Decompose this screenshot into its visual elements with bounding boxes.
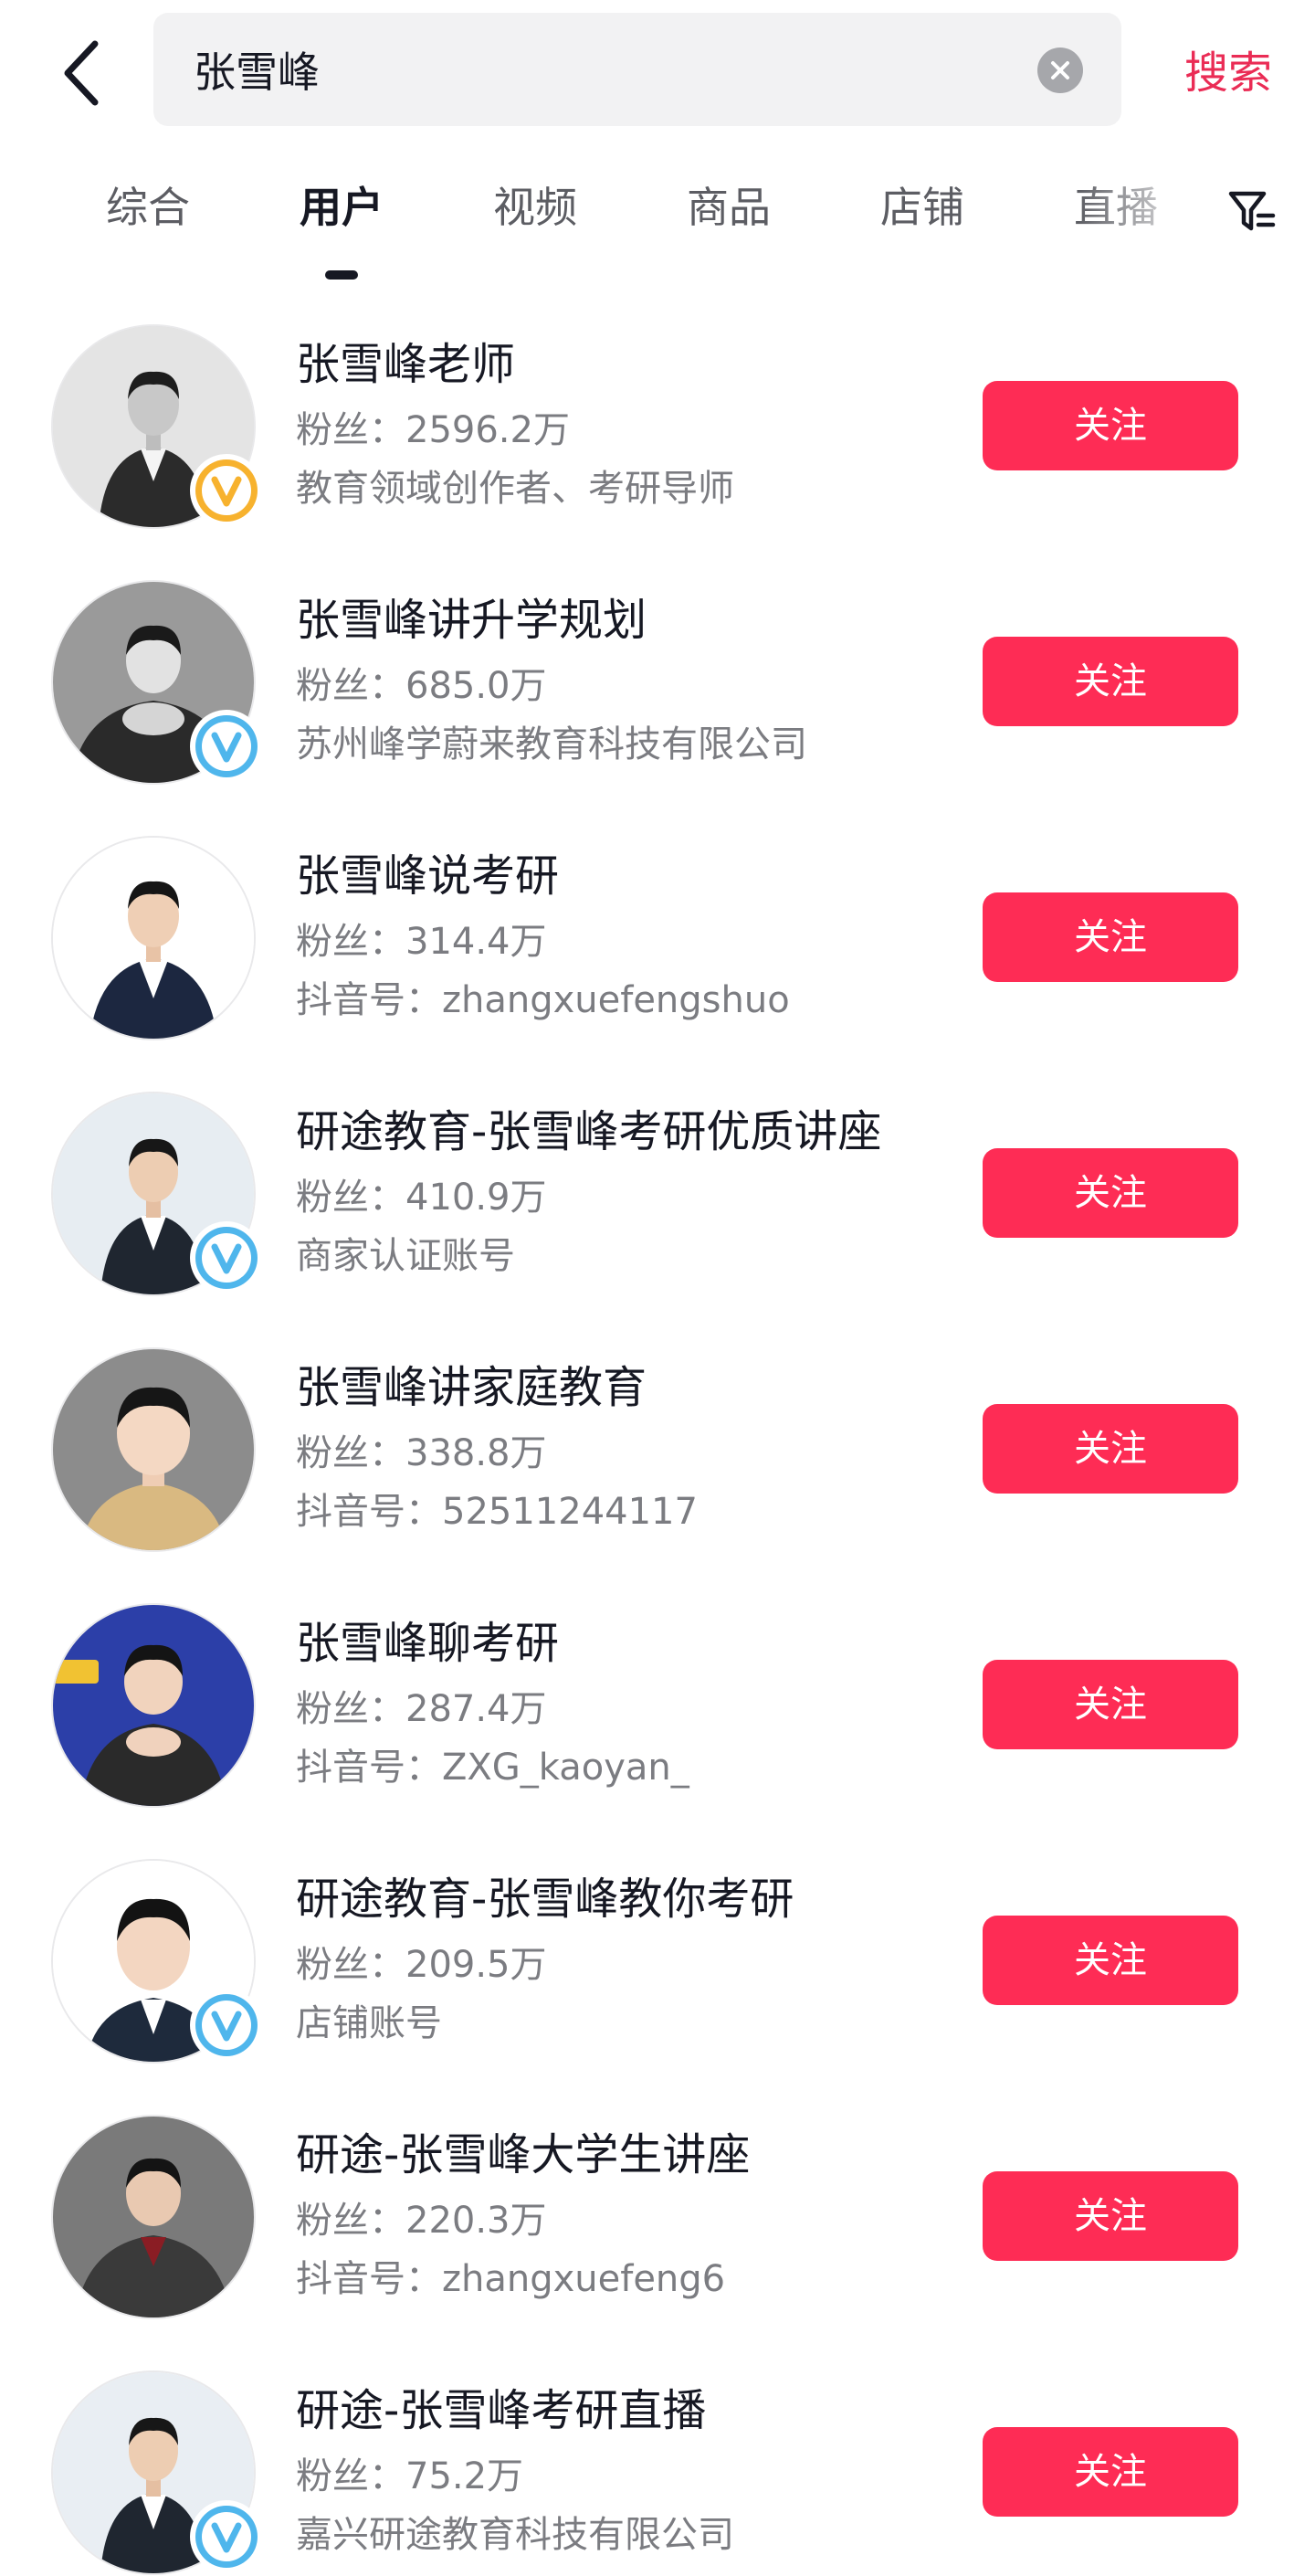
verified-badge — [190, 454, 263, 527]
user-fan-count: 粉丝：209.5万 — [296, 1944, 547, 1986]
user-description: 抖音号：zhangxuefeng6 — [296, 2258, 726, 2300]
user-avatar[interactable] — [51, 836, 256, 1040]
user-result-row[interactable]: 研途教育-张雪峰教你考研 粉丝：209.5万 店铺账号 关注 — [0, 1850, 1315, 2106]
tab-comprehensive[interactable]: 综合 — [75, 175, 221, 239]
follow-button[interactable]: 关注 — [983, 1148, 1238, 1238]
tab-products[interactable]: 商品 — [656, 175, 802, 239]
user-name[interactable]: 研途-张雪峰大学生讲座 — [296, 2126, 972, 2184]
user-result-row[interactable]: 张雪峰讲家庭教育 粉丝：338.8万 抖音号：52511244117 关注 — [0, 1338, 1315, 1594]
verified-badge — [190, 1221, 263, 1294]
blue-v-badge-icon — [195, 1994, 258, 2056]
blue-v-badge-icon — [195, 1227, 258, 1289]
user-result-row[interactable]: 研途-张雪峰考研直播 粉丝：75.2万 嘉兴研途教育科技有限公司 关注 — [0, 2361, 1315, 2576]
user-description: 商家认证账号 — [296, 1235, 515, 1277]
user-description: 抖音号：ZXG_kaoyan_ — [296, 1747, 689, 1789]
back-button[interactable] — [37, 27, 128, 119]
follow-button[interactable]: 关注 — [983, 1404, 1238, 1494]
user-description: 教育领域创作者、考研导师 — [296, 468, 734, 510]
user-result-row[interactable]: 张雪峰讲升学规划 粉丝：685.0万 苏州峰学蔚来教育科技有限公司 关注 — [0, 571, 1315, 827]
verified-badge — [190, 1989, 263, 2062]
user-name[interactable]: 研途-张雪峰考研直播 — [296, 2381, 972, 2440]
user-avatar[interactable] — [51, 1603, 256, 1808]
follow-button[interactable]: 关注 — [983, 892, 1238, 982]
user-result-row[interactable]: 张雪峰老师 粉丝：2596.2万 教育领域创作者、考研导师 关注 — [0, 315, 1315, 571]
follow-button[interactable]: 关注 — [983, 1660, 1238, 1749]
user-name[interactable]: 张雪峰老师 — [296, 335, 972, 394]
user-fan-count: 粉丝：338.8万 — [296, 1432, 547, 1474]
gold-v-badge-icon — [195, 459, 258, 522]
user-name[interactable]: 研途教育-张雪峰教你考研 — [296, 1870, 972, 1928]
tab-videos[interactable]: 视频 — [462, 175, 608, 239]
search-header: 搜索 — [0, 0, 1315, 146]
search-button[interactable]: 搜索 — [1160, 37, 1297, 110]
user-description: 抖音号：zhangxuefengshuo — [296, 979, 790, 1021]
user-result-row[interactable]: 张雪峰说考研 粉丝：314.4万 抖音号：zhangxuefengshuo 关注 — [0, 827, 1315, 1082]
user-result-row[interactable]: 研途教育-张雪峰考研优质讲座 粉丝：410.9万 商家认证账号 关注 — [0, 1082, 1315, 1338]
search-box — [153, 13, 1121, 126]
active-tab-indicator — [325, 270, 358, 280]
user-fan-count: 粉丝：75.2万 — [296, 2455, 524, 2497]
verified-badge — [190, 710, 263, 783]
user-fan-count: 粉丝：685.0万 — [296, 665, 547, 707]
user-name[interactable]: 张雪峰说考研 — [296, 847, 972, 905]
tab-live[interactable]: 直播 — [1043, 175, 1189, 239]
user-description: 嘉兴研途教育科技有限公司 — [296, 2514, 734, 2556]
tab-users[interactable]: 用户 — [268, 175, 415, 239]
search-input[interactable] — [194, 13, 1015, 126]
blue-v-badge-icon — [195, 715, 258, 777]
close-icon — [1051, 61, 1069, 79]
clear-search-button[interactable] — [1037, 48, 1083, 93]
filter-icon — [1228, 191, 1276, 231]
filter-button[interactable] — [1220, 181, 1284, 245]
user-name[interactable]: 张雪峰聊考研 — [296, 1614, 972, 1673]
back-arrow-icon — [64, 40, 99, 106]
user-result-list: 张雪峰老师 粉丝：2596.2万 教育领域创作者、考研导师 关注 张雪峰讲升学规… — [0, 315, 1315, 2576]
follow-button[interactable]: 关注 — [983, 2427, 1238, 2517]
blue-v-badge-icon — [195, 2506, 258, 2568]
user-fan-count: 粉丝：410.9万 — [296, 1177, 547, 1219]
user-result-row[interactable]: 张雪峰聊考研 粉丝：287.4万 抖音号：ZXG_kaoyan_ 关注 — [0, 1594, 1315, 1850]
user-avatar[interactable] — [51, 1347, 256, 1552]
follow-button[interactable]: 关注 — [983, 381, 1238, 470]
user-fan-count: 粉丝：2596.2万 — [296, 409, 570, 451]
user-fan-count: 粉丝：287.4万 — [296, 1688, 547, 1730]
follow-button[interactable]: 关注 — [983, 1916, 1238, 2005]
follow-button[interactable]: 关注 — [983, 2171, 1238, 2261]
user-description: 苏州峰学蔚来教育科技有限公司 — [296, 723, 807, 765]
user-description: 抖音号：52511244117 — [296, 1491, 698, 1533]
user-name[interactable]: 张雪峰讲升学规划 — [296, 591, 972, 649]
user-fan-count: 粉丝：220.3万 — [296, 2200, 547, 2242]
user-name[interactable]: 研途教育-张雪峰考研优质讲座 — [296, 1103, 972, 1161]
result-tabs: 综合 用户 视频 商品 店铺 直播 — [0, 146, 1315, 283]
user-fan-count: 粉丝：314.4万 — [296, 921, 547, 963]
tab-shops[interactable]: 店铺 — [849, 175, 995, 239]
verified-badge — [190, 2500, 263, 2573]
user-avatar[interactable] — [51, 2115, 256, 2319]
user-description: 店铺账号 — [296, 2002, 442, 2044]
user-name[interactable]: 张雪峰讲家庭教育 — [296, 1358, 972, 1417]
follow-button[interactable]: 关注 — [983, 637, 1238, 726]
user-result-row[interactable]: 研途-张雪峰大学生讲座 粉丝：220.3万 抖音号：zhangxuefeng6 … — [0, 2106, 1315, 2361]
